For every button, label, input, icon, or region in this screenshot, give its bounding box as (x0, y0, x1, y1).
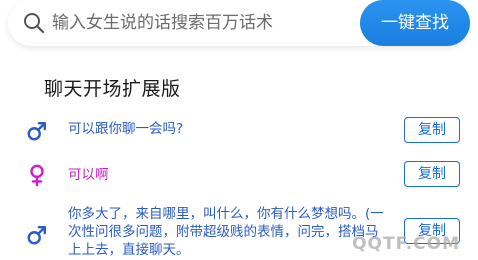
search-input[interactable] (52, 8, 352, 38)
male-icon (27, 226, 46, 245)
search-button[interactable]: 一键查找 (360, 0, 470, 46)
list-item: 可以跟你聊一会吗? 复制 (0, 116, 478, 146)
watermark: QQTF.COM (352, 234, 460, 254)
section-title: 聊天开场扩展版 (44, 78, 181, 100)
search-bar: 一键查找 (8, 0, 470, 46)
message-text: 你多大了，来自哪里，叫什么，你有什么梦想吗。(一次性问很多问题，附带超级贱的表情… (68, 206, 384, 258)
message-text: 可以跟你聊一会吗? (68, 121, 184, 137)
female-icon (30, 164, 44, 187)
search-icon (24, 13, 45, 34)
copy-button[interactable]: 复制 (404, 117, 460, 143)
male-icon (27, 122, 46, 141)
list-item: 可以啊 复制 (0, 160, 478, 190)
message-text: 可以啊 (68, 167, 109, 183)
copy-button[interactable]: 复制 (404, 161, 460, 187)
